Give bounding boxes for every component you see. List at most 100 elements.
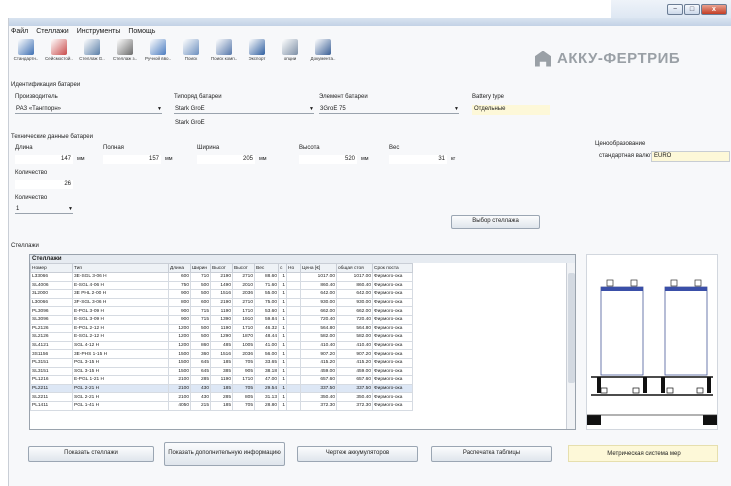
table-cell: Фирмого-ока [372,400,413,411]
table-row[interactable]: L30066 3F-SGL 3-06 H 800 600 2190 2710 75.00 1 9… [30,297,413,308]
table-row[interactable]: PL3096 E-PGL 3-09 H 900 715 1190 1710 53.60 1 66… [30,306,413,316]
table-cell: 1 [278,306,287,316]
menubar: Файл Стеллажи Инструменты Помощь [9,28,155,38]
table-row[interactable]: SL3151 SGL 3-15 H 1500 645 385 905 38.18 1 459.0… [30,366,413,377]
table-row[interactable]: PL1411 PGL 1-41 H 4050 215 185 705 28.80 1 372.3… [30,400,413,411]
show-more-info-button[interactable]: Показать дополнительную информацию [164,442,285,466]
column-header[interactable]: Номер [30,263,73,273]
currency-label: стандартная валюта [599,153,657,159]
length-unit: мм [77,156,85,162]
column-header[interactable]: Срок поста [372,263,413,273]
table-cell: 657.60 [336,375,373,385]
table-cell [286,349,301,359]
table-cell: 645 [190,357,211,368]
show-racks-button[interactable]: Показать стеллажи [28,446,154,462]
width-field[interactable]: 205 [197,155,255,164]
table-row[interactable]: PL2126 E-PGL 2-12 H 1200 500 1190 1710 46.32 1 5… [30,323,413,334]
column-header[interactable]: общая стоя [336,263,373,273]
table-cell: Фирмого-ока [372,289,413,299]
table-row[interactable]: SL4006 E-SGL 4-06 H 750 500 1490 2010 71.60 1 86… [30,280,413,291]
table-cell: 1 [278,297,287,308]
table-cell: Фирмого-ока [372,366,413,377]
element-select[interactable]: 3GroE 75 ▼ [319,105,459,114]
table-row[interactable]: PL1216 E-PGL 1-21 H 2100 285 1190 1710 47.00 1 6… [30,375,413,385]
table-row[interactable]: PL3151 PGL 3-15 H 1500 645 185 705 33.65 1 415.2… [30,357,413,368]
menu-help[interactable]: Помощь [128,28,155,38]
chevron-down-icon: ▼ [309,106,314,112]
toolbar-button[interactable]: Экспорт [242,38,272,64]
toolbar-button[interactable]: Документа.. [308,38,338,64]
table-row[interactable]: SL4121 SGL 4-12 H 1200 860 485 1005 41.00 1 410.… [30,340,413,351]
column-header[interactable]: Длина [168,263,191,273]
table-cell: 1710 [232,323,255,334]
table-cell: SGL 4-12 H [72,340,169,351]
table-row[interactable]: SL2211 SGL 2-21 H 2100 430 285 805 31.13 1 350.4… [30,392,413,402]
toolbar-button[interactable]: Стандартн.. [11,38,41,64]
weight-label: Вес [389,145,400,151]
toolbar-button[interactable]: Стеллаж з.. [110,38,140,64]
chevron-down-icon: ▼ [157,106,162,112]
pricing-title: Ценообразование [595,141,646,147]
height-unit: мм [361,156,369,162]
toolbar-button[interactable]: опции [275,38,305,64]
table-cell: 337.50 [336,383,373,394]
column-header[interactable]: Но [286,263,301,273]
table-row[interactable]: 3L2000 3E PHL 2-00 H 900 500 1516 2036 55.00 1 6… [30,289,413,299]
table-row[interactable]: 3S1156 3E-PHS 1-15 H 1500 360 1516 2036 56.00 1… [30,349,413,359]
column-header[interactable]: Высот [232,263,255,273]
table-cell: Фирмого-ока [372,375,413,385]
metric-system-button[interactable]: Метрическая система мер [568,445,718,462]
table-row[interactable]: L33066 3E-SGL 3-06 H 600 710 2190 2710 88.60 1 1… [30,272,413,282]
toolbar-button[interactable]: Стеллаж G.. [77,38,107,64]
table-cell: 500 [190,323,211,334]
scroll-thumb[interactable] [568,273,575,383]
maximize-button[interactable]: □ [684,4,700,15]
select-rack-button[interactable]: Выбор стеллажа [451,215,540,229]
menu-tools[interactable]: Инструменты [77,28,121,38]
column-header[interactable]: Тип [72,263,169,273]
column-header[interactable]: с [278,263,287,273]
minimize-button[interactable]: − [667,4,683,15]
weight-unit: кг [451,156,456,162]
column-header[interactable]: Ширин [190,263,211,273]
manufacturer-select[interactable]: РАЗ «Тангпорн» ▼ [15,105,162,114]
table-cell: E-PGL 2-12 H [72,323,169,334]
currency-field[interactable]: EURO [651,151,730,162]
quantity2-value: 1 [16,206,20,212]
toolbar-button[interactable]: Поиск комп.. [209,38,239,64]
quantity2-select[interactable]: 1 ▼ [15,205,73,214]
battery-type-select[interactable]: Stark GroE ▼ [174,105,314,114]
table-cell: 1710 [232,306,255,316]
table-cell: 75.00 [254,297,279,308]
print-table-button[interactable]: Распечатка таблицы [431,446,552,462]
full-length-field[interactable]: 157 [103,155,161,164]
table-cell: 1390 [210,314,233,325]
toolbar-button[interactable]: Поиск [176,38,206,64]
table-cell: PL2126 [30,323,73,334]
table-cell: E-SGL 4-06 H [72,280,169,291]
weight-field[interactable]: 31 [389,155,447,164]
close-button[interactable]: x [701,4,727,15]
height-field[interactable]: 520 [299,155,357,164]
column-header[interactable]: Цена [€] [300,263,337,273]
company-logo: АККУ-ФЕРТРИБ [535,50,680,67]
table-row[interactable]: SL3096 E-SGL 3-09 H 900 715 1390 1910 59.84 1 72… [30,314,413,325]
table-cell: Фирмого-ока [372,272,413,282]
column-header[interactable]: Вес [254,263,279,273]
table-cell: 720.40 [300,314,337,325]
toolbar-button[interactable]: Сейсмостой.. [44,38,74,64]
menu-file[interactable]: Файл [11,28,28,38]
table-cell: 750 [168,280,191,291]
table-cell [286,357,301,368]
table-row[interactable]: PL2211 PGL 2-21 H 2100 430 185 705 29.54 1 337.5… [30,383,413,394]
toolbar-icon [150,39,166,55]
toolbar-label: опции [283,56,297,61]
column-header[interactable]: Высот [210,263,233,273]
table-row[interactable]: SL2126 E-SGL 2-12 H 1200 500 1290 1870 48.44 1 5… [30,332,413,342]
battery-drawing-button[interactable]: Чертеж аккумуляторов [297,446,418,462]
length-field[interactable]: 147 [15,155,73,164]
toolbar-button[interactable]: Ручной вво.. [143,38,173,64]
quantity-field[interactable]: 26 [15,180,73,189]
menu-racks[interactable]: Стеллажи [36,28,69,38]
grid-scrollbar[interactable] [566,263,575,429]
